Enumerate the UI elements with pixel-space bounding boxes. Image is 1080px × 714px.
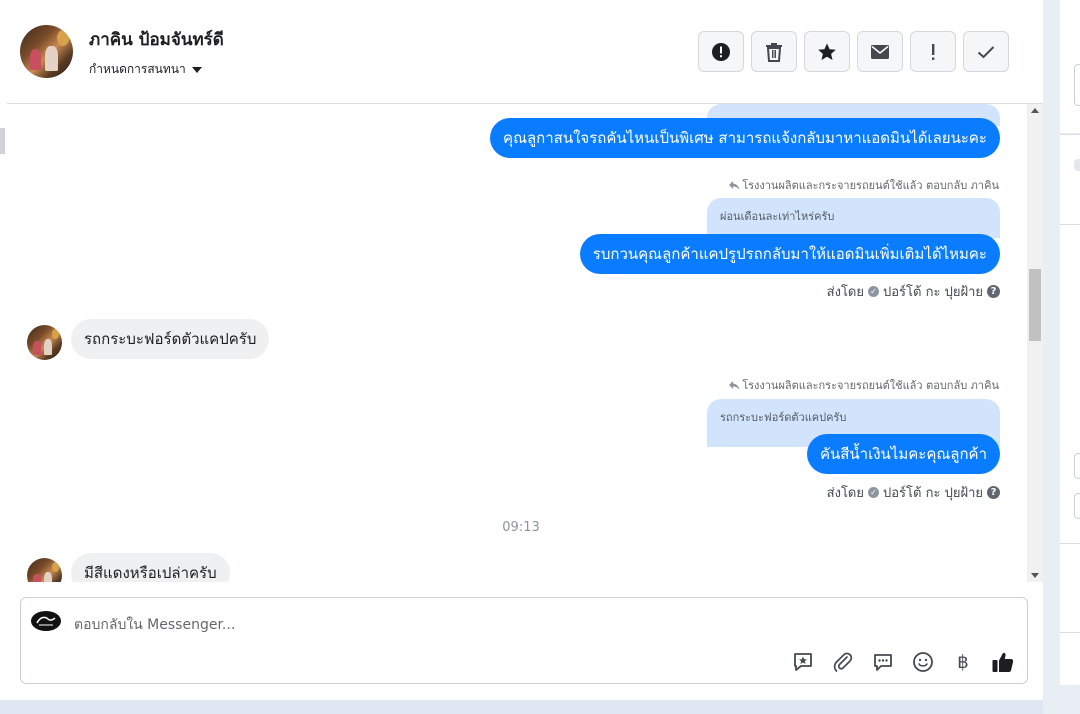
details-card-heading (1074, 0, 1080, 15)
reply-context: โรงงานผลิตและกระจายรถยนต์ใช้แล้ว ตอบกลับ… (729, 176, 999, 194)
sent-by-line: ส่งโดย ✓ ปอร์โต้ กะ ปุยฝ้าย ? (827, 482, 1000, 503)
reply-composer[interactable]: ตอบกลับใน Messenger... ฿ (20, 597, 1028, 684)
baht-icon[interactable]: ฿ (951, 650, 975, 674)
outgoing-message[interactable]: รบกวนคุณลูกค้าแคปรูปรถกลับมาให้แอดมินเพิ… (579, 234, 1000, 274)
help-icon[interactable]: ? (987, 486, 1000, 499)
saved-reply-icon[interactable] (791, 650, 815, 674)
contact-avatar-small[interactable] (27, 325, 62, 360)
sent-by-prefix: ส่งโดย (826, 486, 864, 501)
assign-label: กำหนดการสนทนา (89, 62, 186, 76)
outgoing-message[interactable]: คันสีน้ำเงินไมคะคุณลูกค้า (806, 434, 1000, 474)
alert-circle-icon (712, 42, 730, 61)
page-logo-icon (31, 611, 61, 631)
exclamation-icon (932, 43, 935, 60)
quoted-message-text: ผ่อนเดือนละเท่าไหร่ครับ (720, 210, 835, 223)
message-timestamp: 09:13 (502, 520, 540, 535)
scrollbar-thumb[interactable] (1029, 269, 1041, 341)
conversation-header: ภาคิน ป้อมจันทร์ดี กำหนดการสนทนา (7, 0, 1043, 104)
conversation-pane: ภาคิน ป้อมจันทร์ดี กำหนดการสนทนา คุณลูกา… (7, 0, 1043, 700)
chat-bubble-icon[interactable] (871, 650, 895, 674)
spam-button[interactable] (698, 31, 744, 72)
sender-name[interactable]: ปอร์โต้ กะ ปุยฝ้าย (883, 281, 983, 302)
contact-avatar-small[interactable] (27, 558, 62, 582)
thread-scrollbar[interactable] (1027, 104, 1043, 582)
envelope-icon (871, 44, 889, 59)
caret-down-icon (191, 66, 202, 73)
details-field[interactable] (1074, 64, 1080, 106)
mark-unread-button[interactable] (857, 31, 903, 72)
right-details-panel (1043, 0, 1080, 714)
composer-placeholder[interactable]: ตอบกลับใน Messenger... (74, 614, 235, 636)
checkmark-icon (977, 45, 995, 58)
quoted-message-text: รถกระบะฟอร์ดตัวแคปครับ (720, 411, 847, 424)
details-card (1060, 632, 1080, 685)
contact-avatar[interactable] (20, 25, 73, 78)
details-card (1060, 543, 1080, 632)
assign-conversation-dropdown[interactable]: กำหนดการสนทนา (89, 60, 202, 79)
verified-check-icon: ✓ (868, 286, 879, 297)
attachment-icon[interactable] (831, 650, 855, 674)
help-icon[interactable]: ? (987, 285, 1000, 298)
verified-check-icon: ✓ (868, 487, 879, 498)
star-button[interactable] (804, 31, 850, 72)
reply-context: โรงงานผลิตและกระจายรถยนต์ใช้แล้ว ตอบกลับ… (729, 376, 999, 394)
details-field[interactable] (1074, 453, 1080, 479)
reply-arrow-icon (729, 180, 740, 190)
reply-context-text: โรงงานผลิตและกระจายรถยนต์ใช้แล้ว ตอบกลับ… (742, 379, 999, 392)
horizontal-scrollbar[interactable] (0, 700, 1043, 714)
mark-done-button[interactable] (963, 31, 1009, 72)
message-thread: คุณลูกาสนใจรถคันไหนเป็นพิเศษ สามารถแจ้งก… (7, 104, 1027, 582)
contact-name[interactable]: ภาคิน ป้อมจันทร์ดี (89, 26, 224, 53)
details-card (1060, 134, 1080, 224)
follow-up-button[interactable] (910, 31, 956, 72)
details-field[interactable] (1074, 493, 1080, 519)
outgoing-message[interactable]: คุณลูกาสนใจรถคันไหนเป็นพิเศษ สามารถแจ้งก… (490, 118, 1000, 158)
incoming-message[interactable]: รถกระบะฟอร์ดตัวแคปครับ (71, 319, 270, 359)
thumbs-up-icon[interactable] (991, 650, 1015, 674)
left-scroll-nub[interactable] (0, 128, 5, 154)
reply-context-text: โรงงานผลิตและกระจายรถยนต์ใช้แล้ว ตอบกลับ… (742, 179, 999, 192)
sent-by-line: ส่งโดย ✓ ปอร์โต้ กะ ปุยฝ้าย ? (827, 281, 1000, 302)
star-icon (818, 43, 836, 60)
details-card (1060, 224, 1080, 543)
sent-by-prefix: ส่งโดย (826, 285, 864, 300)
incoming-message[interactable]: มีสีแดงหรือเปล่าครับ (71, 553, 230, 582)
scroll-up-arrow-icon[interactable] (1031, 108, 1039, 113)
scroll-down-arrow-icon[interactable] (1031, 573, 1039, 578)
delete-button[interactable] (751, 31, 797, 72)
details-card (1060, 0, 1080, 133)
emoji-icon[interactable] (911, 650, 935, 674)
reply-arrow-icon (729, 380, 740, 390)
composer-tools: ฿ (791, 650, 1015, 674)
details-field[interactable] (1074, 159, 1080, 171)
header-actions (698, 31, 1009, 72)
sender-name[interactable]: ปอร์โต้ กะ ปุยฝ้าย (883, 482, 983, 503)
trash-icon (766, 42, 782, 62)
quoted-message[interactable]: ผ่อนเดือนละเท่าไหร่ครับ (707, 198, 1000, 238)
